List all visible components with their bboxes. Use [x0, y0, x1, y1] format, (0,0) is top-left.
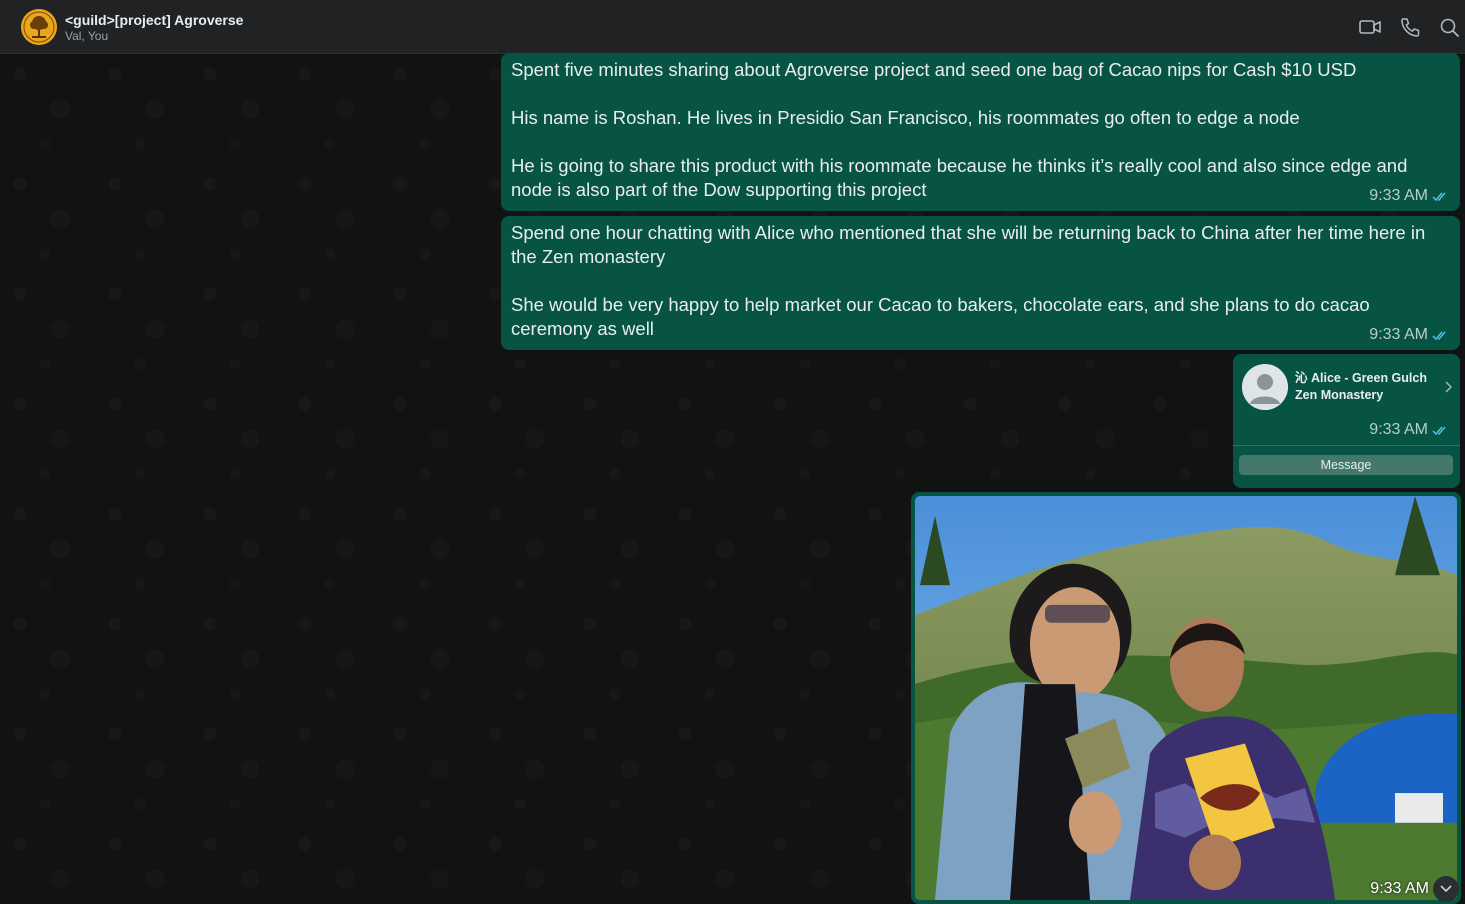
group-avatar[interactable] — [21, 9, 57, 45]
message-text: Spent five minutes sharing about Agrover… — [511, 59, 1408, 200]
message-contact-button[interactable]: Message — [1239, 455, 1453, 475]
voice-call-icon[interactable] — [1399, 17, 1421, 37]
chat-title[interactable]: <guild>[project] Agroverse — [65, 12, 243, 28]
message-meta: 9:33 AM — [1369, 326, 1448, 344]
outgoing-message[interactable]: Spend one hour chatting with Alice who m… — [501, 216, 1460, 350]
photo-message[interactable]: 9:33 AM — [911, 492, 1461, 904]
chat-header: <guild>[project] Agroverse Val, You — [0, 0, 1465, 54]
shared-photo[interactable] — [915, 496, 1457, 900]
message-time: 9:33 AM — [1370, 880, 1429, 897]
search-icon[interactable] — [1439, 17, 1461, 37]
outgoing-message[interactable]: Spent five minutes sharing about Agrover… — [501, 53, 1460, 211]
contact-name: 沁 Alice - Green Gulch Zen Monastery — [1295, 371, 1427, 402]
chat-participants: Val, You — [65, 29, 109, 43]
message-time: 9:33 AM — [1369, 421, 1428, 438]
contact-avatar — [1242, 364, 1288, 410]
message-time: 9:33 AM — [1369, 326, 1428, 343]
chevron-right-icon[interactable] — [1444, 380, 1454, 394]
message-meta: 9:33 AM — [1369, 187, 1448, 205]
read-receipt-icon — [1432, 331, 1446, 340]
contact-card-message[interactable]: 沁 Alice - Green Gulch Zen Monastery 9:33… — [1233, 354, 1460, 488]
read-receipt-icon — [1432, 426, 1446, 435]
video-call-icon[interactable] — [1359, 17, 1381, 37]
divider — [1233, 445, 1460, 446]
message-text: Spend one hour chatting with Alice who m… — [511, 222, 1426, 339]
read-receipt-icon — [1432, 192, 1446, 201]
message-meta: 9:33 AM — [1369, 421, 1448, 439]
chevron-down-icon — [1440, 885, 1452, 893]
scroll-down-button[interactable] — [1433, 876, 1459, 902]
message-time: 9:33 AM — [1369, 187, 1428, 204]
